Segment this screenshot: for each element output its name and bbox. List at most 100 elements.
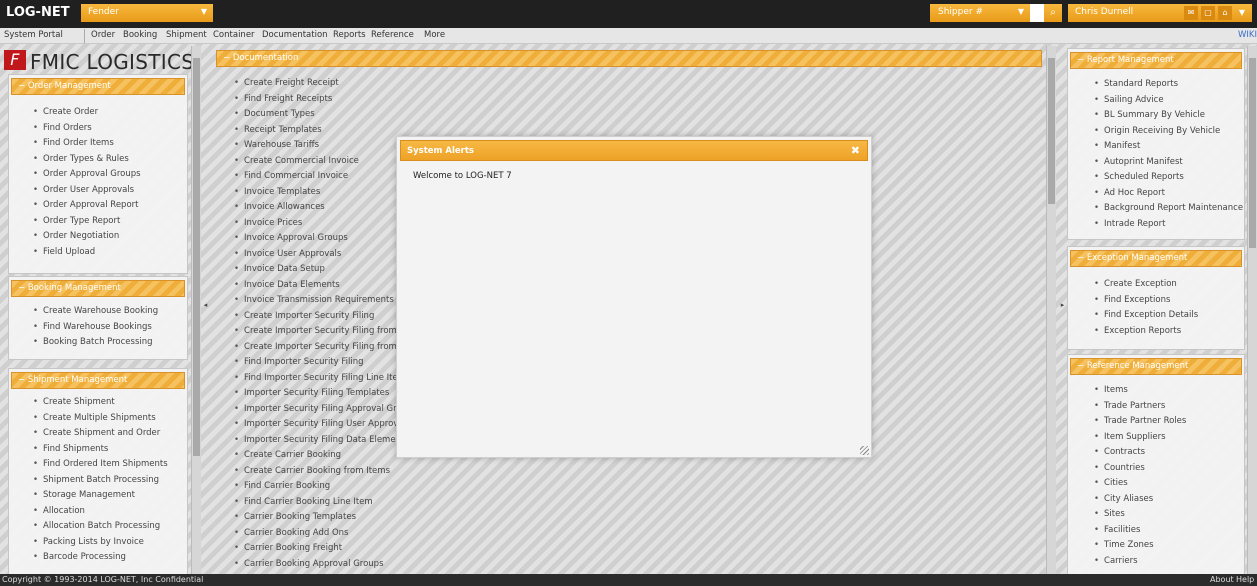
link-storage-management[interactable]: Storage Management: [33, 490, 168, 506]
link-invoice-data-elements[interactable]: Invoice Data Elements: [234, 280, 409, 296]
link-carrier-booking-templates[interactable]: Carrier Booking Templates: [234, 512, 409, 528]
shipment-management-header[interactable]: − Shipment Management: [11, 372, 185, 389]
link-items[interactable]: Items: [1094, 385, 1186, 401]
link-origin-receiving-by-vehicle[interactable]: Origin Receiving By Vehicle: [1094, 126, 1243, 142]
link-background-report-maintenance[interactable]: Background Report Maintenance: [1094, 203, 1243, 219]
link-create-shipment[interactable]: Create Shipment: [33, 397, 168, 413]
link-ad-hoc-report[interactable]: Ad Hoc Report: [1094, 188, 1243, 204]
menu-more[interactable]: More: [424, 30, 445, 40]
dialog-header[interactable]: System Alerts ✖: [400, 140, 868, 161]
link-create-isf[interactable]: Create Importer Security Filing: [234, 311, 409, 327]
link-item-suppliers[interactable]: Item Suppliers: [1094, 432, 1186, 448]
search-button[interactable]: ⌕: [1044, 4, 1062, 22]
resize-handle-icon[interactable]: [860, 446, 869, 455]
link-standard-reports[interactable]: Standard Reports: [1094, 79, 1243, 95]
center-scrollbar[interactable]: [1046, 46, 1056, 574]
link-order-type-report[interactable]: Order Type Report: [33, 216, 141, 232]
link-create-shipment-and-order[interactable]: Create Shipment and Order: [33, 428, 168, 444]
left-collapse-handle[interactable]: ◂: [202, 290, 209, 320]
link-create-multiple-shipments[interactable]: Create Multiple Shipments: [33, 413, 168, 429]
link-trade-partners[interactable]: Trade Partners: [1094, 401, 1186, 417]
chevron-down-icon[interactable]: ▼: [1235, 6, 1249, 20]
shipper-select[interactable]: Shipper # ▼: [930, 4, 1030, 22]
link-autoprint-manifest[interactable]: Autoprint Manifest: [1094, 157, 1243, 173]
link-warehouse-tariffs[interactable]: Warehouse Tariffs: [234, 140, 409, 156]
right-scrollbar[interactable]: [1247, 46, 1257, 574]
help-link[interactable]: Help: [1236, 575, 1254, 584]
user-menu[interactable]: Chris Durnell ✉ ▢ ⌂ ▼: [1068, 4, 1252, 22]
link-city-aliases[interactable]: City Aliases: [1094, 494, 1186, 510]
link-isf-templates[interactable]: Importer Security Filing Templates: [234, 388, 409, 404]
link-field-upload[interactable]: Field Upload: [33, 247, 141, 263]
link-allocation-batch-processing[interactable]: Allocation Batch Processing: [33, 521, 168, 537]
link-find-exception-details[interactable]: Find Exception Details: [1094, 310, 1198, 326]
reference-management-header[interactable]: − Reference Management: [1070, 358, 1242, 375]
booking-management-header[interactable]: − Booking Management: [11, 280, 185, 297]
link-find-freight-receipts[interactable]: Find Freight Receipts: [234, 94, 409, 110]
right-collapse-handle[interactable]: ▸: [1059, 290, 1066, 320]
link-order-approval-groups[interactable]: Order Approval Groups: [33, 169, 141, 185]
link-create-order[interactable]: Create Order: [33, 107, 141, 123]
link-create-carrier-booking[interactable]: Create Carrier Booking: [234, 450, 409, 466]
left-scrollbar-thumb[interactable]: [193, 58, 200, 456]
link-exception-reports[interactable]: Exception Reports: [1094, 326, 1198, 342]
menu-order[interactable]: Order: [91, 30, 115, 40]
link-create-carrier-booking-from-items[interactable]: Create Carrier Booking from Items: [234, 466, 409, 482]
link-invoice-prices[interactable]: Invoice Prices: [234, 218, 409, 234]
link-carrier-booking-approval-groups[interactable]: Carrier Booking Approval Groups: [234, 559, 409, 575]
link-find-orders[interactable]: Find Orders: [33, 123, 141, 139]
link-create-commercial-invoice[interactable]: Create Commercial Invoice: [234, 156, 409, 172]
link-invoice-user-approvals[interactable]: Invoice User Approvals: [234, 249, 409, 265]
order-management-header[interactable]: − Order Management: [11, 78, 185, 95]
link-find-isf[interactable]: Find Importer Security Filing: [234, 357, 409, 373]
link-find-warehouse-bookings[interactable]: Find Warehouse Bookings: [33, 322, 158, 338]
link-scheduled-reports[interactable]: Scheduled Reports: [1094, 172, 1243, 188]
link-carriers[interactable]: Carriers: [1094, 556, 1186, 572]
exception-management-header[interactable]: − Exception Management: [1070, 250, 1242, 267]
home-icon[interactable]: ⌂: [1218, 6, 1232, 20]
link-receipt-templates[interactable]: Receipt Templates: [234, 125, 409, 141]
link-find-exceptions[interactable]: Find Exceptions: [1094, 295, 1198, 311]
link-facilities[interactable]: Facilities: [1094, 525, 1186, 541]
menu-reports[interactable]: Reports: [333, 30, 366, 40]
menu-shipment[interactable]: Shipment: [166, 30, 207, 40]
link-create-isf-from-s[interactable]: Create Importer Security Filing from S: [234, 342, 409, 358]
link-find-carrier-booking-line-item[interactable]: Find Carrier Booking Line Item: [234, 497, 409, 513]
about-link[interactable]: About: [1210, 575, 1234, 584]
link-sites[interactable]: Sites: [1094, 509, 1186, 525]
left-scrollbar[interactable]: [191, 46, 201, 574]
link-allocation[interactable]: Allocation: [33, 506, 168, 522]
shipper-input[interactable]: [1030, 4, 1044, 22]
link-find-order-items[interactable]: Find Order Items: [33, 138, 141, 154]
document-icon[interactable]: ▢: [1201, 6, 1215, 20]
link-create-warehouse-booking[interactable]: Create Warehouse Booking: [33, 306, 158, 322]
link-countries[interactable]: Countries: [1094, 463, 1186, 479]
menu-system-portal[interactable]: System Portal: [4, 30, 63, 40]
link-invoice-data-setup[interactable]: Invoice Data Setup: [234, 264, 409, 280]
link-invoice-allowances[interactable]: Invoice Allowances: [234, 202, 409, 218]
link-invoice-transmission-requirements[interactable]: Invoice Transmission Requirements: [234, 295, 409, 311]
close-icon[interactable]: ✖: [851, 144, 860, 157]
menu-booking[interactable]: Booking: [123, 30, 157, 40]
link-invoice-templates[interactable]: Invoice Templates: [234, 187, 409, 203]
link-find-shipments[interactable]: Find Shipments: [33, 444, 168, 460]
link-invoice-approval-groups[interactable]: Invoice Approval Groups: [234, 233, 409, 249]
link-document-types[interactable]: Document Types: [234, 109, 409, 125]
link-barcode-processing[interactable]: Barcode Processing: [33, 552, 168, 568]
link-find-carrier-booking[interactable]: Find Carrier Booking: [234, 481, 409, 497]
right-scrollbar-thumb[interactable]: [1249, 58, 1256, 248]
link-order-approval-report[interactable]: Order Approval Report: [33, 200, 141, 216]
link-order-user-approvals[interactable]: Order User Approvals: [33, 185, 141, 201]
link-intrade-report[interactable]: Intrade Report: [1094, 219, 1243, 235]
link-isf-data-elements[interactable]: Importer Security Filing Data Elements: [234, 435, 409, 451]
link-create-exception[interactable]: Create Exception: [1094, 279, 1198, 295]
link-create-isf-from-i[interactable]: Create Importer Security Filing from I: [234, 326, 409, 342]
link-manifest[interactable]: Manifest: [1094, 141, 1243, 157]
link-carrier-booking-freight[interactable]: Carrier Booking Freight: [234, 543, 409, 559]
wiki-link[interactable]: WIKI: [1238, 30, 1257, 40]
link-order-types-rules[interactable]: Order Types & Rules: [33, 154, 141, 170]
menu-reference[interactable]: Reference: [371, 30, 414, 40]
center-scrollbar-thumb[interactable]: [1048, 58, 1055, 204]
link-packing-lists-by-invoice[interactable]: Packing Lists by Invoice: [33, 537, 168, 553]
link-find-commercial-invoice[interactable]: Find Commercial Invoice: [234, 171, 409, 187]
